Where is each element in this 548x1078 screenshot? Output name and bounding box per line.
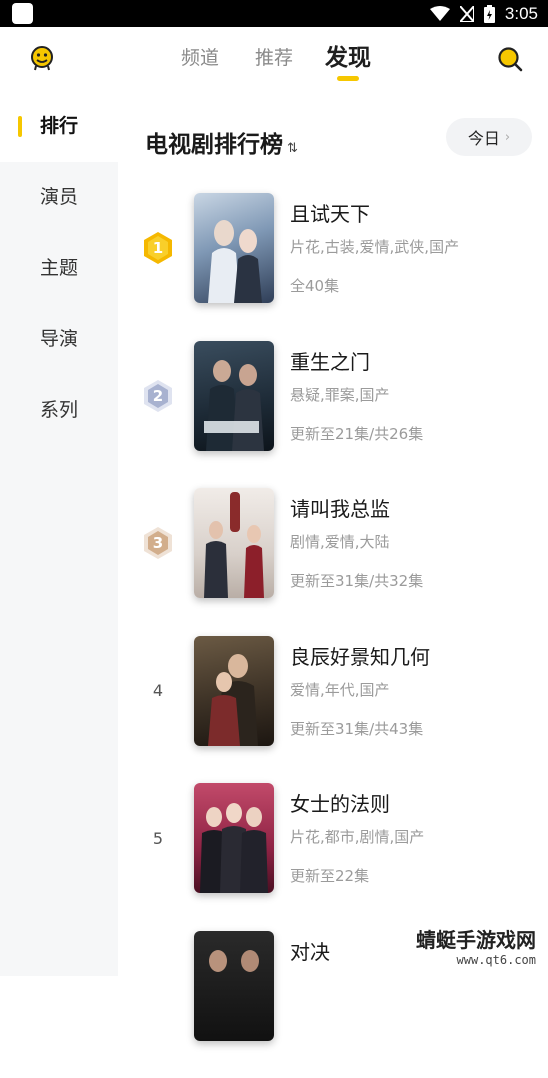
drama-tags: 片花,古装,爱情,武侠,国产 [290,236,538,257]
episode-status: 更新至31集/共32集 [290,570,538,591]
no-signal-icon [460,6,474,22]
battery-charging-icon [484,5,495,23]
tab-channel[interactable]: 频道 [163,41,237,81]
clock: 3:05 [505,4,538,24]
app-notification-icon [12,3,33,24]
sidebar-item-series[interactable]: 系列 [0,375,118,446]
drama-title: 且试天下 [290,201,538,227]
top-nav: 频道 推荐 发现 [0,27,548,91]
list-item[interactable]: 4 良辰好景知几何 爱情,年代,国产 更新至31集/共43集 [118,636,548,784]
drama-title: 良辰好景知几何 [290,644,538,670]
drama-tags: 悬疑,罪案,国产 [290,384,538,405]
poster-image [194,931,274,1041]
chevron-right-icon: › [505,130,510,145]
poster-image [194,341,274,451]
wifi-icon [430,6,450,22]
rank-badge-bronze: 3 [142,526,174,560]
status-bar: 3:05 [0,0,548,27]
category-sidebar: 排行 演员 主题 导演 系列 [0,91,118,976]
list-item[interactable]: 2 重生之门 悬疑,罪案,国产 更新至21集/共26集 [118,341,548,489]
poster-image [194,193,274,303]
poster-image [194,783,274,893]
list-item[interactable]: 5 女士的法则 片花,都市,剧情,国产 更新至22集 [118,783,548,931]
sidebar-item-ranking[interactable]: 排行 [0,91,118,162]
date-filter-label: 今日 [468,125,500,149]
episode-status: 更新至22集 [290,865,538,886]
sidebar-item-directors[interactable]: 导演 [0,304,118,375]
sidebar-item-actors[interactable]: 演员 [0,162,118,233]
episode-status: 更新至31集/共43集 [290,718,538,739]
drama-tags: 爱情,年代,国产 [290,679,538,700]
watermark: 蜻蜓手游戏网 www.qt6.com [396,924,536,972]
ranking-title: 电视剧排行榜 [145,132,283,158]
list-item[interactable]: 3 请叫我总监 剧情,爱情,大陆 更新至31集/共32集 [118,488,548,636]
drama-title: 女士的法则 [290,791,538,817]
sidebar-item-themes[interactable]: 主题 [0,233,118,304]
date-filter-button[interactable]: 今日 › [446,118,532,156]
page-title: 电视剧排行榜 ⇅ [145,125,298,159]
search-icon[interactable] [496,45,524,73]
drama-title: 重生之门 [290,349,538,375]
sort-icon[interactable]: ⇅ [287,141,298,156]
rank-number: 5 [142,821,174,855]
drama-title: 请叫我总监 [290,496,538,522]
rank-number: 4 [142,674,174,708]
rank-badge-silver: 2 [142,379,174,413]
tab-recommend[interactable]: 推荐 [237,41,311,81]
episode-status: 全40集 [290,275,538,296]
tab-discover[interactable]: 发现 [311,41,385,81]
drama-tags: 剧情,爱情,大陆 [290,531,538,552]
rank-number [142,969,174,1003]
list-item[interactable]: 1 且试天下 片花,古装,爱情,武侠,国产 全40集 [118,193,548,341]
episode-status: 更新至21集/共26集 [290,423,538,444]
nav-tabs: 频道 推荐 发现 [0,41,548,81]
ranking-panel: 电视剧排行榜⇅ 今日 › 1 且试天下 片花,古装,爱情,武侠,国产 全40集 … [118,91,548,976]
rank-badge-gold: 1 [142,231,174,265]
poster-image [194,488,274,598]
drama-tags: 片花,都市,剧情,国产 [290,826,538,847]
poster-image [194,636,274,746]
